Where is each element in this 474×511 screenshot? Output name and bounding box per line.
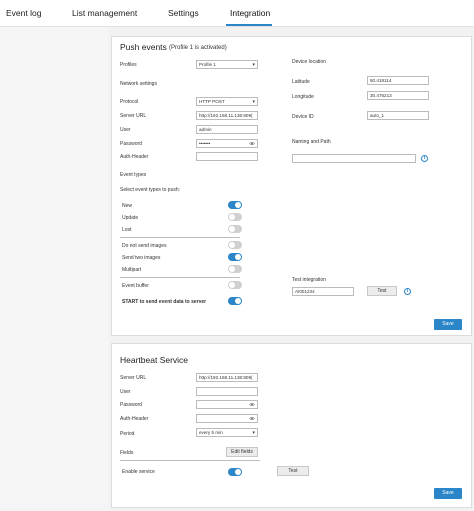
- divider: [120, 237, 240, 238]
- event-update-toggle[interactable]: [228, 213, 242, 221]
- server-url-label: Server URL: [120, 113, 147, 119]
- left-panel: [0, 27, 109, 511]
- send-two-images-toggle[interactable]: [228, 253, 242, 261]
- event-buffer-toggle[interactable]: [228, 281, 242, 289]
- password-label: Password: [120, 141, 142, 147]
- user-value: admin: [199, 127, 212, 132]
- hb-auth-header-input[interactable]: [196, 414, 258, 423]
- hb-auth-header-label: Auth-Header: [120, 416, 149, 422]
- latitude-input[interactable]: 50.418114: [367, 76, 429, 85]
- chevron-down-icon: ▾: [252, 62, 255, 68]
- send-two-images-label: Send two images: [122, 255, 161, 261]
- info-icon[interactable]: i: [421, 155, 428, 162]
- password-input[interactable]: •••••••: [196, 139, 258, 148]
- test-integration-heading: Test integration: [292, 277, 326, 283]
- push-events-title: Push events: [120, 42, 167, 52]
- latitude-label: Latitude: [292, 79, 310, 85]
- tab-integration[interactable]: Integration: [230, 8, 270, 18]
- push-events-card: Push events (Profile 1 is activated) Pro…: [111, 36, 472, 336]
- save-button[interactable]: Save: [434, 319, 462, 330]
- multipart-label: Multipart: [122, 267, 142, 273]
- event-lost-label: Lost: [122, 227, 132, 233]
- eye-icon[interactable]: [249, 402, 255, 407]
- hb-password-input[interactable]: [196, 400, 258, 409]
- divider: [120, 460, 260, 461]
- naming-path-label: Naming and Path: [292, 139, 331, 145]
- push-events-subtitle: (Profile 1 is activated): [169, 45, 227, 51]
- eye-icon[interactable]: [249, 416, 255, 421]
- event-buffer-label: Event buffer: [122, 283, 149, 289]
- hb-period-value: every 5 min: [199, 430, 223, 435]
- enable-service-toggle[interactable]: [228, 468, 242, 476]
- start-label: START to send event data to server: [122, 299, 207, 305]
- hb-period-select[interactable]: every 5 min ▾: [196, 428, 258, 437]
- protocol-label: Protocol: [120, 99, 139, 105]
- tab-list-management[interactable]: List management: [72, 8, 137, 18]
- heartbeat-service-card: Heartbeat Service Server URL http://192.…: [111, 343, 472, 508]
- hb-user-input[interactable]: [196, 387, 258, 396]
- hb-period-label: Period: [120, 431, 135, 437]
- select-event-types-text: Select event types to push:: [120, 187, 181, 193]
- device-location-heading: Device location: [292, 59, 326, 65]
- protocol-select[interactable]: HTTP POST ▾: [196, 97, 258, 106]
- user-label: User: [120, 127, 131, 133]
- device-id-input[interactable]: auto_1: [367, 111, 429, 120]
- profiles-label: Profiles: [120, 62, 137, 68]
- divider: [120, 277, 240, 278]
- event-update-label: Update: [122, 215, 139, 221]
- password-value: •••••••: [199, 141, 211, 146]
- event-new-label: New: [122, 203, 133, 209]
- tab-settings[interactable]: Settings: [168, 8, 199, 18]
- event-lost-toggle[interactable]: [228, 225, 242, 233]
- hb-fields-label: Fields: [120, 450, 134, 456]
- longitude-input[interactable]: 30.476213: [367, 91, 429, 100]
- naming-path-input[interactable]: [292, 154, 416, 163]
- profiles-select[interactable]: Profile 1 ▾: [196, 60, 258, 69]
- eye-icon[interactable]: [249, 141, 255, 146]
- network-settings-heading: Network settings: [120, 81, 157, 87]
- longitude-value: 30.476213: [370, 93, 392, 98]
- latitude-value: 50.418114: [370, 78, 392, 83]
- device-id-label: Device ID: [292, 114, 314, 120]
- heartbeat-title: Heartbeat Service: [120, 355, 189, 365]
- server-url-value: http://192.168.11.136:809(: [199, 113, 253, 118]
- top-tab-bar: Event log List management Settings Integ…: [0, 0, 474, 27]
- profiles-select-value: Profile 1: [199, 62, 216, 67]
- tab-event-log[interactable]: Event log: [6, 8, 41, 18]
- multipart-toggle[interactable]: [228, 265, 242, 273]
- event-new-toggle[interactable]: [228, 201, 242, 209]
- protocol-select-value: HTTP POST: [199, 99, 225, 104]
- server-url-input[interactable]: http://192.168.11.136:809(: [196, 111, 258, 120]
- do-not-send-images-label: Do not send images: [122, 243, 167, 249]
- edit-fields-button[interactable]: Edit fields: [226, 447, 258, 457]
- user-input[interactable]: admin: [196, 125, 258, 134]
- device-id-value: auto_1: [370, 113, 385, 118]
- info-icon[interactable]: i: [404, 288, 411, 295]
- auth-header-label: Auth-Header: [120, 154, 149, 160]
- chevron-down-icon: ▾: [252, 430, 255, 436]
- hb-server-url-input[interactable]: http://192.168.11.136:809(: [196, 373, 258, 382]
- test-integration-input[interactable]: AI001234: [292, 287, 354, 296]
- hb-password-label: Password: [120, 402, 142, 408]
- auth-header-input[interactable]: [196, 152, 258, 161]
- longitude-label: Longitude: [292, 94, 314, 100]
- hb-test-button[interactable]: Test: [277, 466, 309, 476]
- event-types-heading: Event types: [120, 172, 147, 178]
- enable-service-label: Enable service: [122, 469, 155, 475]
- chevron-down-icon: ▾: [252, 99, 255, 105]
- hb-server-url-value: http://192.168.11.136:809(: [199, 375, 253, 380]
- test-integration-value: AI001234: [295, 289, 315, 294]
- test-button[interactable]: Test: [367, 286, 397, 296]
- start-toggle[interactable]: [228, 297, 242, 305]
- active-tab-indicator: [226, 24, 272, 26]
- hb-user-label: User: [120, 389, 131, 395]
- hb-server-url-label: Server URL: [120, 375, 147, 381]
- do-not-send-images-toggle[interactable]: [228, 241, 242, 249]
- hb-save-button[interactable]: Save: [434, 488, 462, 499]
